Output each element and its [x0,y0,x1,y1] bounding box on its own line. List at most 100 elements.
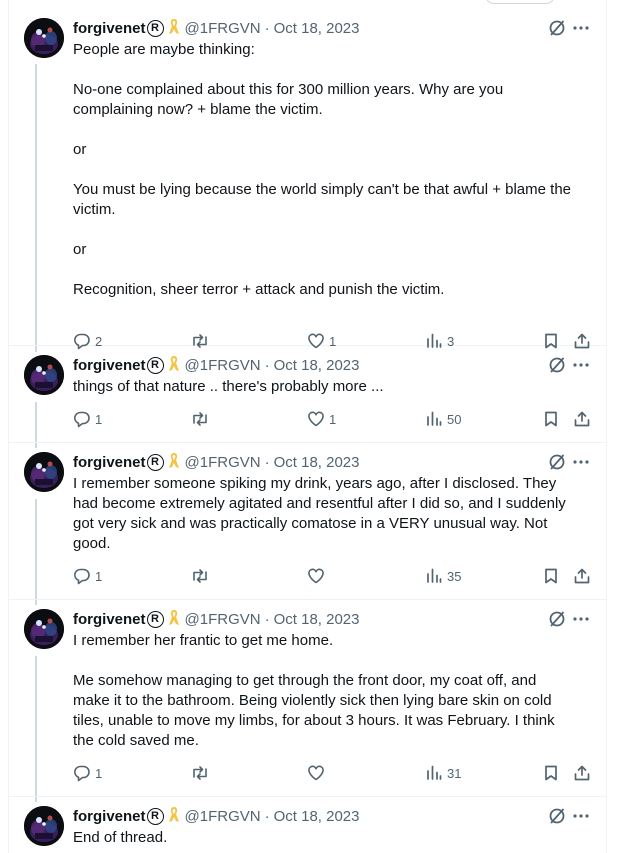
tweet-header: forgivenet R @1FRGVN · Oct 18, 2023 [73,452,593,472]
top-pill-button[interactable] [485,0,555,4]
retweet-icon [190,764,210,782]
ribbon-icon [168,609,180,630]
tweet-text-line [73,120,598,140]
like-button[interactable] [307,764,329,782]
tweet-text-line: Me somehow managing to get through the f… [73,672,537,689]
heart-icon [307,332,325,350]
views-button[interactable]: 31 [425,764,461,782]
grok-icon[interactable] [548,807,566,830]
bookmark-button[interactable] [542,332,560,350]
more-options-icon[interactable] [572,610,590,633]
ribbon-icon [168,355,180,376]
separator [9,599,607,600]
like-count: 1 [329,411,337,427]
bookmark-icon [542,567,560,585]
tweet-date[interactable]: Oct 18, 2023 [274,357,360,374]
ribbon-icon [168,452,180,473]
reply-button[interactable]: 1 [73,764,102,782]
author-name[interactable]: forgivenet [73,357,146,374]
views-icon [425,332,443,350]
reply-button[interactable]: 1 [73,410,102,428]
author-handle[interactable]: @1FRGVN [185,357,261,374]
thread-line [35,499,37,605]
share-button[interactable] [573,332,591,350]
grok-icon[interactable] [548,19,566,42]
avatar[interactable] [24,609,64,649]
tweet-text-line: complaining now? + blame the victim. [73,101,323,118]
ribbon-icon [168,806,180,827]
tweet-text-line: End of thread. [73,829,168,846]
tweet-date[interactable]: Oct 18, 2023 [274,611,360,628]
grok-icon[interactable] [548,356,566,379]
tweet-date[interactable]: Oct 18, 2023 [274,454,360,471]
tweet-text-line: or [73,141,87,158]
like-button[interactable] [307,567,329,585]
registered-badge-icon: R [146,610,164,628]
share-button[interactable] [573,567,591,585]
separator-dot: · [264,807,270,825]
grok-icon[interactable] [548,610,566,633]
author-name[interactable]: forgivenet [73,611,146,628]
action-bar: 1 35 [73,567,598,587]
action-bar: 2 1 3 [73,332,598,352]
heart-icon [307,567,325,585]
grok-icon[interactable] [548,453,566,476]
tweet-text-line [73,651,598,671]
reply-button[interactable]: 2 [73,332,102,350]
avatar[interactable] [24,452,64,492]
bookmark-icon [542,410,560,428]
avatar[interactable] [24,806,64,846]
author-handle[interactable]: @1FRGVN [185,611,261,628]
like-button[interactable]: 1 [307,332,336,350]
share-button[interactable] [573,764,591,782]
avatar[interactable] [24,355,64,395]
views-button[interactable]: 3 [425,332,454,350]
more-options-icon[interactable] [572,19,590,42]
tweet-date[interactable]: Oct 18, 2023 [274,808,360,825]
tweet-header: forgivenet R @1FRGVN · Oct 18, 2023 [73,806,593,826]
views-button[interactable]: 35 [425,567,461,585]
author-name[interactable]: forgivenet [73,20,146,37]
tweet-date[interactable]: Oct 18, 2023 [274,20,360,37]
reply-count: 2 [95,333,103,349]
registered-badge-icon: R [146,453,164,471]
bookmark-button[interactable] [542,764,560,782]
more-options-icon[interactable] [572,356,590,379]
share-icon [573,332,591,350]
share-button[interactable] [573,410,591,428]
separator [9,442,607,443]
avatar[interactable] [24,18,64,58]
registered-badge-icon: R [146,356,164,374]
separator [9,796,607,797]
tweet-text: People are maybe thinking: No-one complai… [73,40,598,300]
reply-count: 1 [95,765,103,781]
reply-icon [73,410,91,428]
retweet-button[interactable] [190,332,214,350]
author-handle[interactable]: @1FRGVN [185,808,261,825]
bookmark-button[interactable] [542,567,560,585]
separator-dot: · [264,356,270,374]
tweet-text-line: got very sick and was practically comato… [73,515,548,532]
more-options-icon[interactable] [572,807,590,830]
retweet-icon [190,410,210,428]
views-button[interactable]: 50 [425,410,461,428]
reply-count: 1 [95,411,103,427]
retweet-icon [190,332,210,350]
retweet-button[interactable] [190,764,214,782]
tweet-text-line: or [73,241,87,258]
action-bar: 1 31 [73,764,598,784]
tweet-text-line [73,60,598,80]
retweet-button[interactable] [190,410,214,428]
tweet-text: I remember someone spiking my drink, yea… [73,474,598,554]
bookmark-button[interactable] [542,410,560,428]
tweet-text: things of that nature .. there's probabl… [73,377,598,397]
author-name[interactable]: forgivenet [73,454,146,471]
author-handle[interactable]: @1FRGVN [185,20,261,37]
author-name[interactable]: forgivenet [73,808,146,825]
more-options-icon[interactable] [572,453,590,476]
tweet-text-line: good. [73,535,111,552]
author-handle[interactable]: @1FRGVN [185,454,261,471]
reply-button[interactable]: 1 [73,567,102,585]
like-button[interactable]: 1 [307,410,336,428]
retweet-button[interactable] [190,567,214,585]
